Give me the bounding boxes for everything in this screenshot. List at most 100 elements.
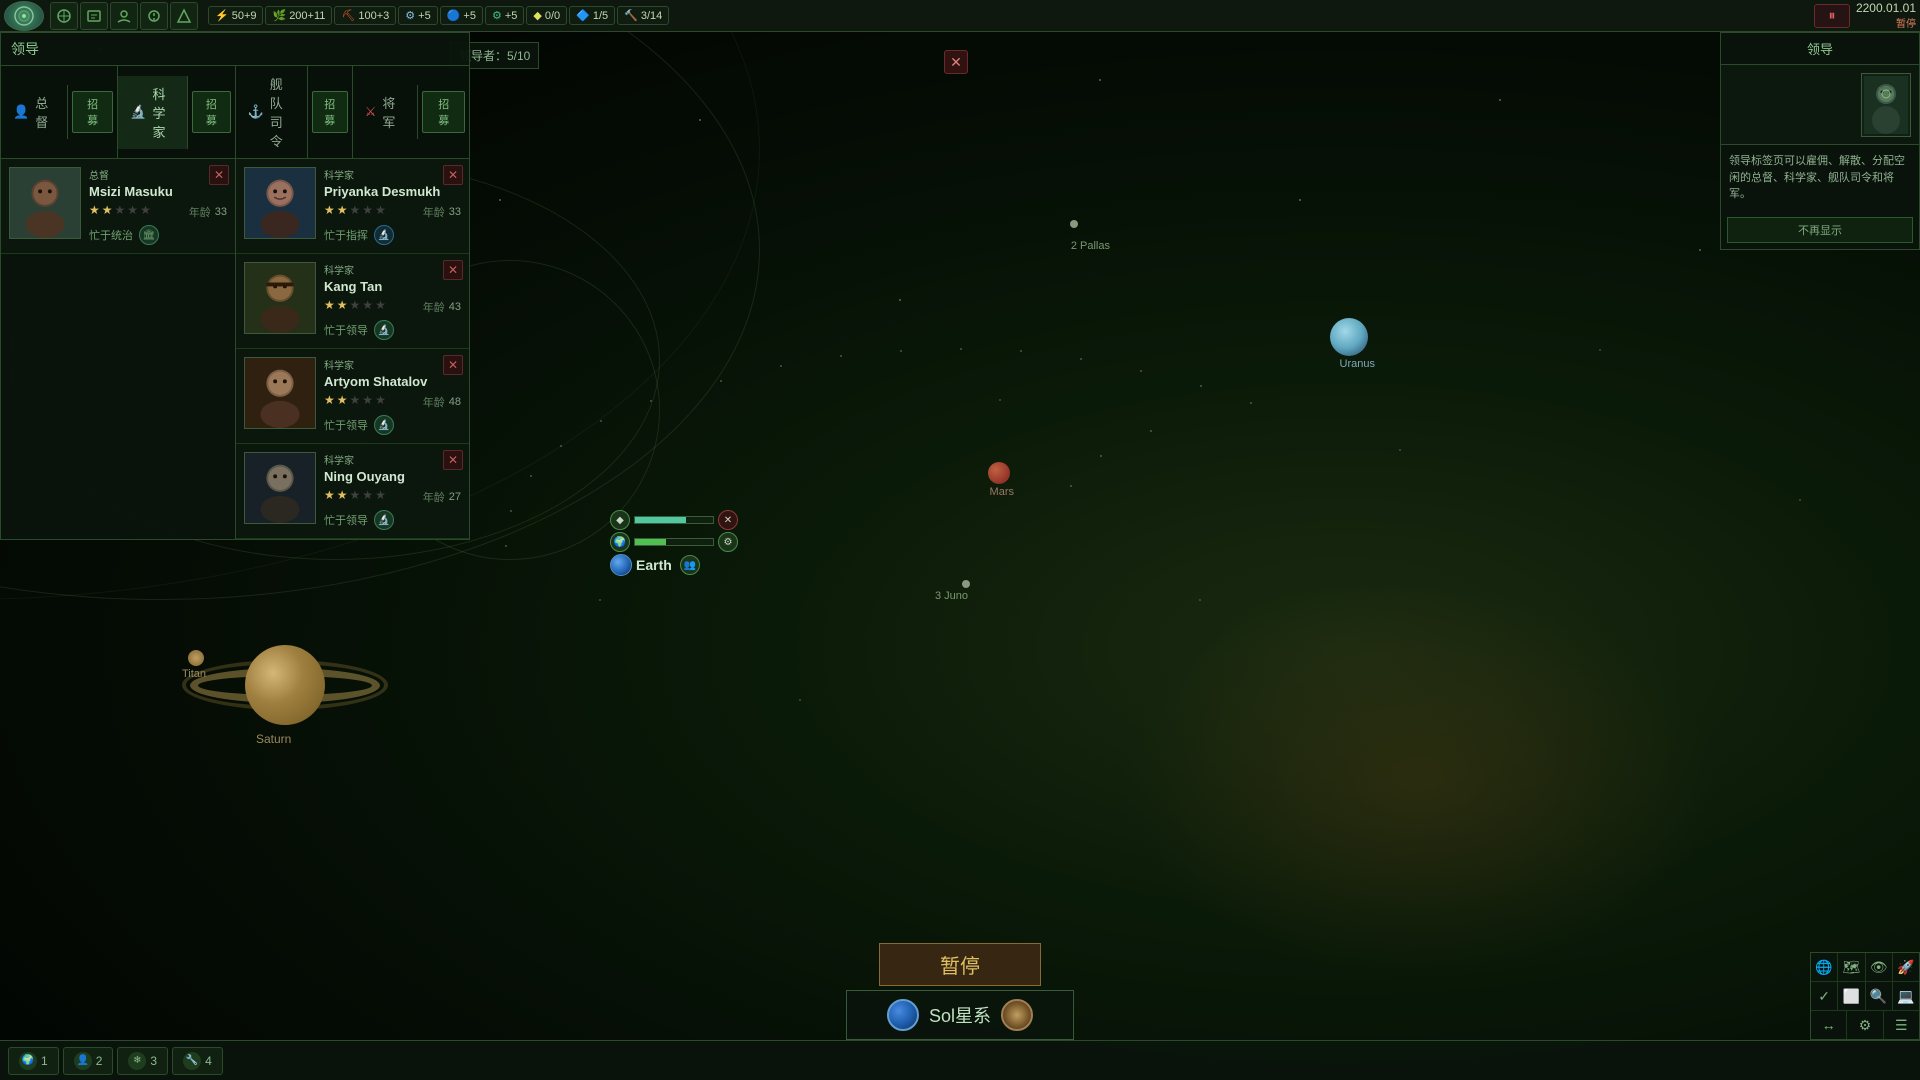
rb-btn-survey[interactable]: 👁 [1866, 953, 1893, 981]
dont-show-button[interactable]: 不再显示 [1727, 217, 1913, 243]
recruit-scientist-btn[interactable]: 招募 [192, 91, 230, 133]
scientist-stars-2: ★ ★ ★ ★ ★ [324, 393, 386, 407]
earth-settings-btn[interactable]: ⚙ [718, 532, 738, 552]
research-tab-icon: ❄ [128, 1052, 146, 1070]
scientist-portrait-2 [244, 357, 316, 429]
bottom-tab-1-label: 1 [41, 1054, 48, 1068]
resource-alloys: 🔷 1/5 [569, 6, 615, 25]
bottom-tab-2[interactable]: 👤 2 [63, 1047, 114, 1075]
consumer-value: 3/14 [641, 10, 662, 22]
date-display: 2200.01.01 [1856, 1, 1916, 15]
rb-btn-window[interactable]: ⬜ [1838, 982, 1865, 1010]
rb-btn-monitor[interactable]: 💻 [1893, 982, 1919, 1010]
scientist-card-0: 科学家 Priyanka Desmukh ★ ★ ★ ★ ★ 年龄 33 [236, 159, 469, 254]
scientist-type-1: 科学家 [324, 262, 461, 277]
mineral-value: 100+3 [358, 10, 389, 22]
scientist-label: 科学家 [152, 84, 175, 141]
tab-scientist[interactable]: 🔬 科学家 [118, 76, 188, 149]
scientist-portrait-1 [244, 262, 316, 334]
earth-ui-overlay: ◆ ✕ 🌍 ⚙ Earth 👥 [610, 510, 738, 576]
scientist-stars-0: ★ ★ ★ ★ ★ [324, 203, 386, 217]
globe-icon[interactable] [887, 999, 919, 1031]
right-bottom-buttons: 🌐 🗺 👁 🚀 ✓ ⬜ 🔍 💻 ↔ ⚙ ☰ [1810, 952, 1920, 1040]
bottom-tab-2-label: 2 [96, 1054, 103, 1068]
resource-science: ⚙ +5 [398, 6, 437, 25]
center-bottom-ui: 暂停 Sol星系 [846, 943, 1074, 1040]
galaxy-icon[interactable] [1001, 999, 1033, 1031]
scientist-type-0: 科学家 [324, 167, 461, 182]
game-logo[interactable] [4, 1, 44, 31]
governor-card: 总督 Msizi Masuku ★ ★ ★ ★ ★ 年龄 33 [1, 159, 235, 254]
scientist-name-1: Kang Tan [324, 279, 461, 294]
rb-btn-search[interactable]: 🔍 [1866, 982, 1893, 1010]
rb-btn-expand[interactable]: ↔ [1811, 1011, 1847, 1039]
uranus-planet[interactable] [1330, 318, 1368, 356]
earth-icon-1[interactable]: ◆ [610, 510, 630, 530]
topbar-btn-5[interactable] [170, 2, 198, 30]
close-governor-btn[interactable]: ✕ [209, 165, 229, 185]
scientist-info-3: 科学家 Ning Ouyang ★ ★ ★ ★ ★ 年龄 27 [324, 452, 461, 530]
earth-progress-fill [635, 517, 686, 523]
paused-banner: 暂停 [879, 943, 1041, 986]
star-5: ★ [140, 203, 151, 217]
rb-btn-galaxy[interactable]: 🌐 [1811, 953, 1838, 981]
juno-asteroid [962, 580, 970, 588]
scientist-status-0: 忙于指挥 🔬 [324, 225, 461, 245]
governor-section: 总督 Msizi Masuku ★ ★ ★ ★ ★ 年龄 33 [1, 159, 236, 539]
pause-button[interactable]: ⏸ [1814, 4, 1850, 28]
bottom-tab-1[interactable]: 🌍 1 [8, 1047, 59, 1075]
governor-tab-group: 👤 总督 招募 [1, 66, 117, 158]
rb-btn-system[interactable]: 🗺 [1838, 953, 1865, 981]
leaders-close-button[interactable]: ✕ [944, 50, 968, 74]
earth-progress-bar [634, 516, 714, 524]
close-scientist-2-btn[interactable]: ✕ [443, 355, 463, 375]
close-scientist-3-btn[interactable]: ✕ [443, 450, 463, 470]
info-panel: 领导 领导标签页可以雇佣、解散、分配空闲的总督、科学家、舰队司令和将军。 不再显… [1720, 32, 1920, 250]
close-scientist-0-btn[interactable]: ✕ [443, 165, 463, 185]
topbar-btn-2[interactable] [80, 2, 108, 30]
topbar-btn-4[interactable] [140, 2, 168, 30]
bottom-tab-3[interactable]: ❄ 3 [117, 1047, 168, 1075]
mars-planet[interactable] [988, 462, 1010, 484]
rb-btn-settings[interactable]: ⚙ [1847, 1011, 1883, 1039]
rb-btn-menu[interactable]: ☰ [1884, 1011, 1919, 1039]
earth-extra-btn[interactable]: 👥 [680, 555, 700, 575]
star-4: ★ [127, 203, 138, 217]
tab-governor[interactable]: 👤 总督 [1, 85, 68, 139]
mineral-icon: ⛏ [341, 9, 355, 22]
close-scientist-1-btn[interactable]: ✕ [443, 260, 463, 280]
topbar-btn-1[interactable] [50, 2, 78, 30]
topbar-btn-3[interactable] [110, 2, 138, 30]
recruit-general-btn[interactable]: 招募 [422, 91, 465, 133]
info-avatar-area [1721, 65, 1919, 145]
earth-name-label[interactable]: Earth [636, 557, 672, 573]
earth-manage-btn[interactable]: ✕ [718, 510, 738, 530]
general-icon: ⚔ [365, 104, 377, 120]
scientist-card-2: 科学家 Artyom Shatalov ★ ★ ★ ★ ★ 年龄 48 [236, 349, 469, 444]
earth-bar-top: ◆ ✕ [610, 510, 738, 530]
person-tab-icon: 👤 [74, 1052, 92, 1070]
rb-btn-fleet[interactable]: 🚀 [1893, 953, 1919, 981]
system-label: Sol星系 [846, 990, 1074, 1040]
scientist-portrait-0 [244, 167, 316, 239]
admiral-icon: ⚓ [248, 104, 264, 120]
scientist-name-2: Artyom Shatalov [324, 374, 461, 389]
earth-icon-2[interactable]: 🌍 [610, 532, 630, 552]
bottom-tab-4[interactable]: 🔧 4 [172, 1047, 223, 1075]
recruit-governor-btn[interactable]: 招募 [72, 91, 113, 133]
build-tab-icon: 🔧 [183, 1052, 201, 1070]
governor-age: 33 [215, 206, 227, 218]
recruit-admiral-btn[interactable]: 招募 [312, 91, 348, 133]
governor-status-icon: 🏛 [139, 225, 159, 245]
tab-admiral[interactable]: ⚓ 舰队司令 [236, 66, 308, 158]
saturn-planet[interactable] [245, 645, 325, 725]
general-label: 将军 [382, 93, 405, 131]
scientist-status-icon-1: 🔬 [374, 320, 394, 340]
titan-label: Titan [182, 668, 206, 680]
info-panel-title: 领导 [1721, 33, 1919, 65]
leaders-content: 总督 Msizi Masuku ★ ★ ★ ★ ★ 年龄 33 [1, 159, 469, 539]
energy-icon: ⚡ [215, 9, 229, 22]
tab-general[interactable]: ⚔ 将军 [353, 85, 419, 139]
rb-btn-check[interactable]: ✓ [1811, 982, 1838, 1010]
titan-planet[interactable] [188, 650, 204, 666]
